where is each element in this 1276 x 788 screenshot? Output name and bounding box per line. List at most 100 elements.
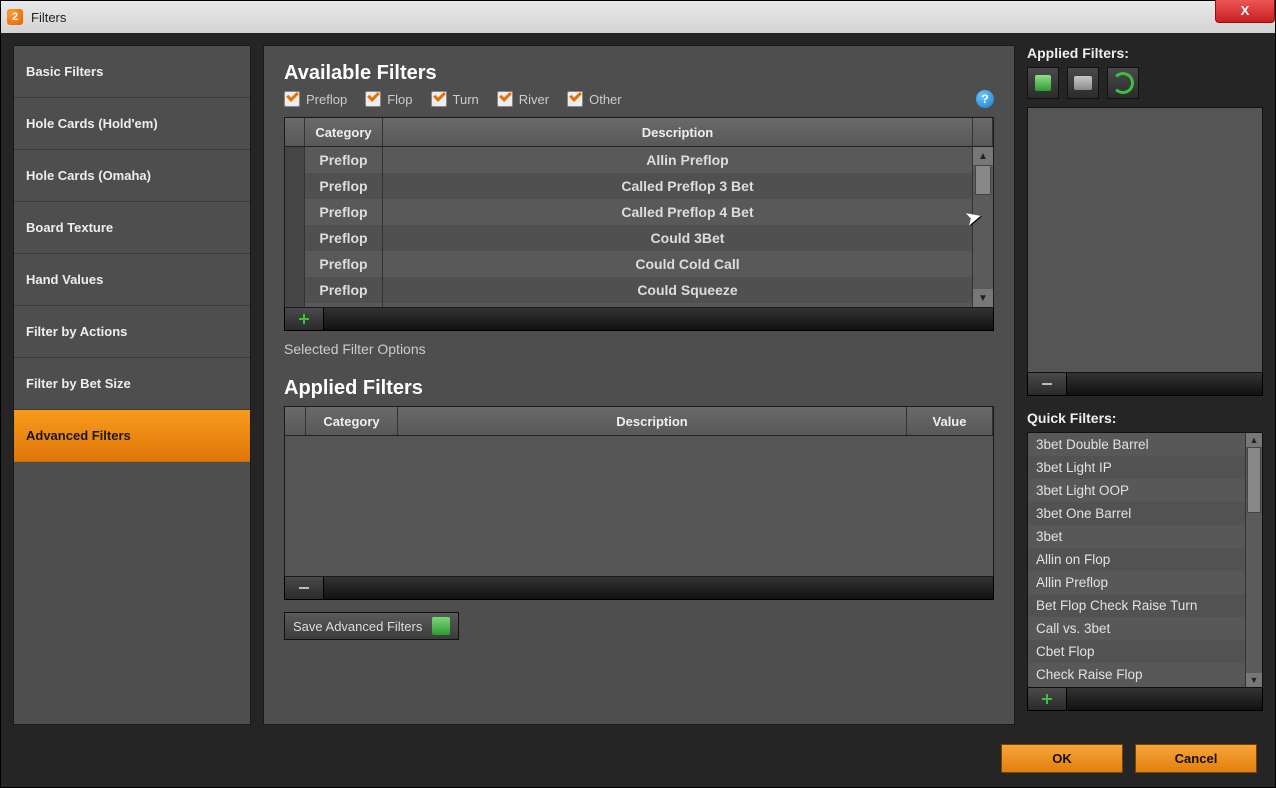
row-handle [285, 277, 305, 303]
street-checkbox[interactable]: Preflop [284, 91, 347, 107]
scroll-track[interactable] [973, 165, 993, 289]
street-checkbox[interactable]: Turn [431, 91, 479, 107]
scroll-thumb[interactable] [975, 165, 991, 195]
street-checkbox[interactable]: River [497, 91, 549, 107]
save-filters-button[interactable] [1027, 67, 1059, 99]
scroll-thumb[interactable] [1247, 447, 1261, 513]
cell-description: Called Preflop 4 Bet [383, 199, 993, 225]
scroll-down-button[interactable]: ▼ [1246, 673, 1262, 687]
quick-filter-item[interactable]: Call vs. 3bet [1028, 617, 1262, 640]
cell-category: Preflop [305, 303, 383, 307]
sidebar-item[interactable]: Hole Cards (Omaha) [14, 150, 250, 202]
table-row[interactable]: PreflopCalled Preflop 3 Bet [285, 173, 993, 199]
row-handle [285, 199, 305, 225]
scroll-track[interactable] [1246, 447, 1262, 673]
checkmark-icon [365, 91, 381, 107]
minus-icon [1042, 383, 1052, 385]
checkbox-label: Preflop [306, 92, 347, 107]
close-button[interactable]: X [1215, 0, 1275, 23]
scroll-down-button[interactable]: ▼ [973, 289, 993, 307]
table-body[interactable] [285, 436, 993, 576]
street-checkbox[interactable]: Other [567, 91, 622, 107]
remove-applied-button[interactable] [1028, 373, 1067, 395]
remove-filter-button[interactable] [285, 577, 324, 599]
cell-category: Preflop [305, 277, 383, 303]
cell-category: Preflop [305, 173, 383, 199]
column-category[interactable]: Category [306, 407, 398, 435]
quick-filter-item[interactable]: Bet Flop Check Raise Turn [1028, 594, 1262, 617]
column-description[interactable]: Description [398, 407, 907, 435]
quick-filters-label: Quick Filters: [1027, 410, 1263, 426]
checkbox-label: Flop [387, 92, 412, 107]
save-button-label: Save Advanced Filters [293, 619, 422, 634]
folder-icon [1074, 76, 1092, 90]
checkmark-icon [284, 91, 300, 107]
quick-filter-item[interactable]: Check Raise Flop [1028, 663, 1262, 686]
filter-street-checkboxes: Preflop Flop Turn River Other? [284, 91, 994, 107]
vertical-scrollbar[interactable]: ▲ ▼ [1245, 433, 1262, 687]
save-icon [432, 617, 450, 635]
sidebar-item[interactable]: Hole Cards (Hold'em) [14, 98, 250, 150]
row-handle [285, 147, 305, 173]
applied-filters-table: Category Description Value [284, 406, 994, 577]
cell-description: Could 3Bet [383, 225, 993, 251]
quick-filters-list[interactable]: 3bet Double Barrel3bet Light IP3bet Ligh… [1027, 432, 1263, 688]
available-actions-bar [284, 308, 994, 331]
save-icon [1035, 75, 1051, 91]
table-row[interactable]: PreflopDid 3Bet [285, 303, 993, 307]
add-filter-button[interactable] [285, 308, 324, 330]
street-checkbox[interactable]: Flop [365, 91, 412, 107]
row-handle [285, 173, 305, 199]
vertical-scrollbar[interactable]: ▲ ▼ [972, 147, 993, 307]
quick-filter-item[interactable]: 3bet Double Barrel [1028, 433, 1262, 456]
quick-filter-item[interactable]: 3bet One Barrel [1028, 502, 1262, 525]
cell-category: Preflop [305, 251, 383, 277]
row-handle-header [285, 407, 306, 435]
applied-filters-label: Applied Filters: [1027, 45, 1263, 61]
window-title: Filters [31, 10, 66, 25]
table-row[interactable]: PreflopCould 3Bet [285, 225, 993, 251]
sidebar-item[interactable]: Board Texture [14, 202, 250, 254]
applied-actions-bar [284, 577, 994, 600]
sidebar-item[interactable]: Filter by Actions [14, 306, 250, 358]
table-body[interactable]: PreflopAllin PreflopPreflopCalled Preflo… [285, 147, 993, 307]
sidebar-item[interactable]: Filter by Bet Size [14, 358, 250, 410]
main-panel: Available Filters PreflopFlopTurnRiverOt… [263, 45, 1015, 725]
quick-filter-item[interactable]: 3bet Light OOP [1028, 479, 1262, 502]
applied-filters-list[interactable] [1027, 107, 1263, 373]
cell-description: Could Squeeze [383, 277, 993, 303]
table-row[interactable]: PreflopCalled Preflop 4 Bet [285, 199, 993, 225]
checkbox-label: River [519, 92, 549, 107]
table-row[interactable]: PreflopCould Squeeze [285, 277, 993, 303]
checkbox-label: Other [589, 92, 622, 107]
load-filters-button[interactable] [1067, 67, 1099, 99]
save-advanced-filters-button[interactable]: Save Advanced Filters [284, 612, 459, 640]
scroll-up-button[interactable]: ▲ [1246, 433, 1262, 447]
table-row[interactable]: PreflopAllin Preflop [285, 147, 993, 173]
quick-filter-item[interactable]: Cbet Flop [1028, 640, 1262, 663]
app-icon: 2 [7, 9, 23, 25]
help-icon[interactable]: ? [976, 90, 994, 108]
quick-filter-item[interactable]: Allin Preflop [1028, 571, 1262, 594]
reset-filters-button[interactable] [1107, 67, 1139, 99]
cancel-button[interactable]: Cancel [1135, 744, 1257, 773]
checkmark-icon [431, 91, 447, 107]
quick-filters-actions [1027, 688, 1263, 711]
ok-button[interactable]: OK [1001, 744, 1123, 773]
scroll-up-button[interactable]: ▲ [973, 147, 993, 165]
filters-dialog: 2 Filters X Basic FiltersHole Cards (Hol… [0, 0, 1276, 788]
sidebar-item[interactable]: Basic Filters [14, 46, 250, 98]
table-row[interactable]: PreflopCould Cold Call [285, 251, 993, 277]
applied-filters-toolbar [1027, 67, 1263, 99]
selected-filter-options-label: Selected Filter Options [284, 341, 994, 357]
column-value[interactable]: Value [907, 407, 993, 435]
table-header: Category Description [285, 118, 993, 147]
quick-filter-item[interactable]: 3bet [1028, 525, 1262, 548]
add-quick-filter-button[interactable] [1028, 688, 1067, 710]
quick-filter-item[interactable]: 3bet Light IP [1028, 456, 1262, 479]
column-description[interactable]: Description [383, 118, 973, 146]
sidebar-item[interactable]: Hand Values [14, 254, 250, 306]
quick-filter-item[interactable]: Allin on Flop [1028, 548, 1262, 571]
sidebar-item[interactable]: Advanced Filters [14, 410, 250, 462]
column-category[interactable]: Category [305, 118, 383, 146]
